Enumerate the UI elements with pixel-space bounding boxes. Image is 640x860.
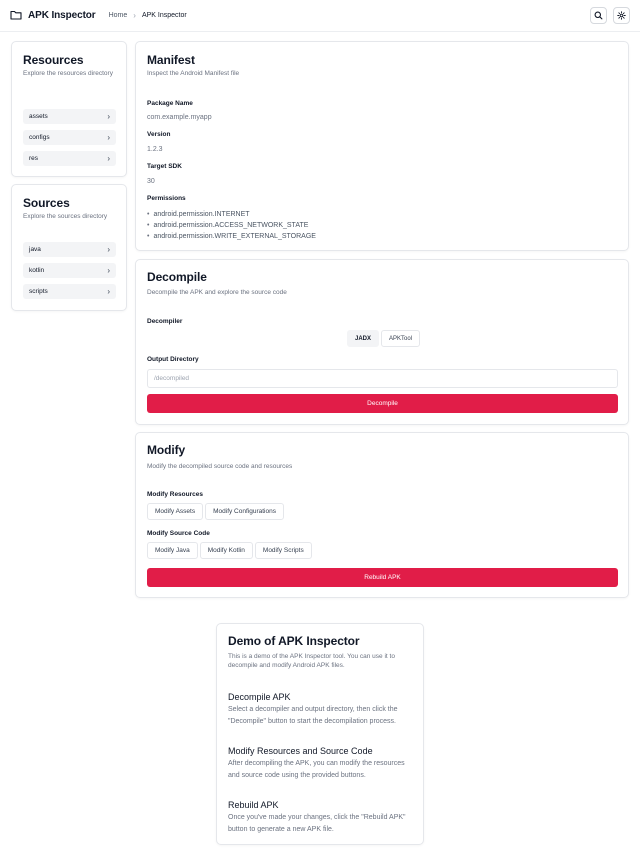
list-item-label: scripts	[29, 288, 48, 295]
decompiler-option-apktool[interactable]: APKTool	[381, 330, 421, 347]
permissions-label: Permissions	[147, 195, 186, 202]
modify-resources-buttons: Modify Assets Modify Configurations	[147, 503, 284, 520]
permission-item: android.permission.WRITE_EXTERNAL_STORAG…	[147, 231, 315, 242]
source-item-java[interactable]: java ›	[23, 242, 116, 257]
package-name-value: com.example.myapp	[147, 114, 212, 121]
demo-subtitle: This is a demo of the APK Inspector tool…	[228, 653, 395, 670]
settings-icon	[617, 7, 626, 25]
modify-source-buttons: Modify Java Modify Kotlin Modify Scripts	[147, 542, 312, 559]
sources-list: java › kotlin › scripts ›	[23, 242, 116, 299]
resource-item-res[interactable]: res ›	[23, 151, 116, 166]
brand[interactable]: APK Inspector	[10, 7, 96, 25]
modify-subtitle: Modify the decompiled source code and re…	[147, 463, 293, 470]
modify-kotlin-button[interactable]: Modify Kotlin	[199, 542, 253, 559]
output-directory-input[interactable]: /decompiled	[147, 369, 618, 388]
version-value: 1.2.3	[147, 146, 163, 153]
modify-resources-label: Modify Resources	[147, 491, 203, 498]
demo-section-heading: Decompile APK	[228, 692, 291, 702]
sources-title: Sources	[23, 196, 70, 210]
rebuild-apk-button[interactable]: Rebuild APK	[147, 568, 618, 587]
package-name-label: Package Name	[147, 100, 193, 107]
settings-button[interactable]	[613, 7, 630, 24]
decompiler-option-jadx[interactable]: JADX	[347, 330, 380, 347]
demo-section-body: Select a decompiler and output directory…	[228, 706, 398, 725]
decompile-title: Decompile	[147, 270, 207, 284]
chevron-right-icon: ›	[107, 266, 110, 275]
demo-section-heading: Rebuild APK	[228, 800, 279, 810]
decompile-subtitle: Decompile the APK and explore the source…	[147, 289, 287, 296]
modify-source-label: Modify Source Code	[147, 530, 210, 537]
search-button[interactable]	[590, 7, 607, 24]
demo-section-body: After decompiling the APK, you can modif…	[228, 760, 405, 779]
permission-item: android.permission.ACCESS_NETWORK_STATE	[147, 220, 316, 231]
chevron-right-icon: ›	[133, 11, 136, 20]
app-title: APK Inspector	[28, 10, 96, 21]
list-item-label: res	[29, 155, 39, 162]
source-item-scripts[interactable]: scripts ›	[23, 284, 116, 299]
sources-card: Sources Explore the sources directory ja…	[11, 184, 127, 311]
resource-item-assets[interactable]: assets ›	[23, 109, 116, 124]
modify-card: Modify Modify the decompiled source code…	[135, 432, 629, 598]
decompiler-label: Decompiler	[147, 318, 183, 325]
target-sdk-label: Target SDK	[147, 163, 182, 170]
chevron-right-icon: ›	[107, 133, 110, 142]
manifest-title: Manifest	[147, 53, 195, 67]
list-item-label: assets	[29, 113, 48, 120]
demo-section-heading: Modify Resources and Source Code	[228, 746, 373, 756]
demo-card: Demo of APK Inspector This is a demo of …	[216, 623, 424, 845]
modify-title: Modify	[147, 443, 186, 457]
manifest-card: Manifest Inspect the Android Manifest fi…	[135, 41, 629, 251]
sources-subtitle: Explore the sources directory	[23, 213, 108, 220]
search-icon	[594, 7, 603, 25]
manifest-subtitle: Inspect the Android Manifest file	[147, 70, 240, 77]
decompiler-toggle: JADX APKTool	[347, 330, 421, 347]
permission-item: android.permission.INTERNET	[147, 209, 316, 220]
folder-icon	[10, 7, 22, 25]
chevron-right-icon: ›	[107, 245, 110, 254]
breadcrumb-current: APK Inspector	[141, 12, 187, 19]
resources-title: Resources	[23, 53, 84, 67]
resources-card: Resources Explore the resources director…	[11, 41, 127, 177]
top-header: APK Inspector Home › APK Inspector	[0, 0, 640, 32]
resources-subtitle: Explore the resources directory	[23, 70, 113, 77]
modify-scripts-button[interactable]: Modify Scripts	[254, 542, 312, 559]
demo-title: Demo of APK Inspector	[228, 634, 360, 648]
resources-list: assets › configs › res ›	[23, 109, 116, 166]
modify-configurations-button[interactable]: Modify Configurations	[205, 503, 284, 520]
list-item-label: java	[29, 246, 41, 253]
modify-assets-button[interactable]: Modify Assets	[147, 503, 204, 520]
target-sdk-value: 30	[147, 178, 155, 185]
decompile-button[interactable]: Decompile	[147, 394, 618, 413]
demo-section-body: Once you've made your changes, click the…	[228, 814, 406, 833]
output-directory-label: Output Directory	[147, 356, 199, 363]
source-item-kotlin[interactable]: kotlin ›	[23, 263, 116, 278]
breadcrumb-home[interactable]: Home	[109, 12, 128, 19]
chevron-right-icon: ›	[107, 154, 110, 163]
chevron-right-icon: ›	[107, 287, 110, 296]
chevron-right-icon: ›	[107, 112, 110, 121]
resource-item-configs[interactable]: configs ›	[23, 130, 116, 145]
list-item-label: kotlin	[29, 267, 45, 274]
permissions-list: android.permission.INTERNET android.perm…	[147, 209, 316, 242]
decompile-card: Decompile Decompile the APK and explore …	[135, 259, 629, 425]
version-label: Version	[147, 131, 171, 138]
breadcrumb: Home › APK Inspector	[109, 11, 187, 20]
modify-java-button[interactable]: Modify Java	[147, 542, 198, 559]
list-item-label: configs	[29, 134, 50, 141]
